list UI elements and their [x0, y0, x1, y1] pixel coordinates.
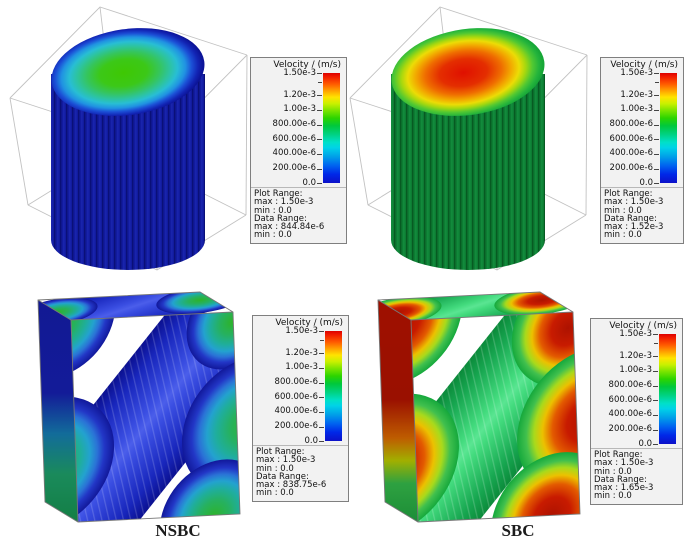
- tick-mark: [654, 343, 658, 344]
- range-info: Plot Range: max : 1.50e-3 min : 0.0 Data…: [251, 187, 346, 243]
- tick-mark: [318, 82, 322, 83]
- tick-label: 0.0: [304, 435, 318, 446]
- data-range-min: min : 0.0: [254, 230, 292, 241]
- tick-mark: [317, 153, 322, 155]
- tick-mark: [317, 139, 322, 140]
- tick-mark: [654, 109, 659, 111]
- tick-mark: [319, 411, 324, 413]
- tick-mark: [653, 385, 658, 387]
- tick-label: 600.00e-6: [274, 391, 318, 402]
- tick-label: 1.50e-3: [620, 68, 653, 78]
- colorbar-scale: 1.50e-3 1.20e-3 1.00e-3 800.00e-6 600.00…: [601, 68, 683, 188]
- tick-label: 600.00e-6: [609, 133, 653, 144]
- tick-mark: [317, 73, 322, 74]
- tick-mark: [653, 444, 658, 445]
- tick-label: 0.0: [302, 177, 316, 188]
- tick-label: 600.00e-6: [608, 394, 652, 405]
- tick-mark: [317, 95, 322, 96]
- tick-label: 800.00e-6: [608, 380, 652, 390]
- caption-nsbc: NSBC: [155, 521, 201, 540]
- tick-mark: [317, 109, 322, 111]
- tick-label: 400.00e-6: [608, 409, 652, 419]
- tick-label: 1.00e-3: [620, 104, 653, 114]
- caption-sbc: SBC: [501, 521, 535, 540]
- tick-label: 800.00e-6: [272, 119, 316, 129]
- tick-label: 600.00e-6: [272, 133, 316, 144]
- tick-label: 200.00e-6: [272, 163, 316, 173]
- range-info: Plot Range: max : 1.50e-3 min : 0.0 Data…: [591, 448, 682, 504]
- tick-mark: [654, 124, 659, 126]
- tick-mark: [654, 153, 659, 155]
- sbc-unitcell-view: [377, 291, 581, 523]
- tick-label: 400.00e-6: [609, 148, 653, 158]
- tick-label: 200.00e-6: [274, 421, 318, 431]
- tick-label: 800.00e-6: [609, 119, 653, 129]
- colorbar-gradient: [325, 331, 342, 441]
- colorbar-legend-sbc-unitcell: Velocity / (m/s) 1.50e-3 1.20e-3 1.00e-3…: [590, 318, 683, 505]
- tick-label: 1.50e-3: [285, 326, 318, 336]
- tick-mark: [654, 183, 659, 184]
- range-info: Plot Range: max : 1.50e-3 min : 0.0 Data…: [253, 445, 348, 501]
- cube-front-face: [71, 312, 240, 522]
- tick-mark: [320, 340, 324, 341]
- range-info: Plot Range: max : 1.50e-3 min : 0.0 Data…: [601, 187, 683, 243]
- tick-label: 1.00e-3: [285, 362, 318, 372]
- colorbar-scale: 1.50e-3 1.20e-3 1.00e-3 800.00e-6 600.00…: [251, 68, 346, 188]
- tick-label: 400.00e-6: [274, 406, 318, 416]
- tick-mark: [653, 370, 658, 372]
- figure-canvas: Velocity / (m/s) 1.50e-3 1.20e-3 1.00e-3…: [0, 0, 685, 543]
- tick-mark: [317, 168, 322, 170]
- tick-label: 800.00e-6: [274, 377, 318, 387]
- tick-label: 1.50e-3: [619, 329, 652, 339]
- colorbar-gradient: [323, 73, 340, 183]
- tick-mark: [319, 367, 324, 369]
- tick-mark: [654, 139, 659, 140]
- tick-label: 1.00e-3: [283, 104, 316, 114]
- tick-label: 200.00e-6: [608, 424, 652, 434]
- tick-mark: [317, 183, 322, 184]
- tick-mark: [319, 353, 324, 354]
- sbc-cylinder-view: [349, 6, 588, 271]
- nsbc-unitcell-view: [37, 291, 241, 523]
- tick-label: 1.20e-3: [619, 350, 652, 361]
- colorbar-legend-sbc-cylinder: Velocity / (m/s) 1.50e-3 1.20e-3 1.00e-3…: [600, 57, 684, 244]
- data-range-min: min : 0.0: [256, 488, 294, 499]
- tick-mark: [655, 82, 659, 83]
- tick-mark: [317, 124, 322, 126]
- tick-mark: [653, 400, 658, 401]
- tick-mark: [654, 73, 659, 74]
- tick-mark: [319, 441, 324, 442]
- tick-label: 400.00e-6: [272, 148, 316, 158]
- tick-mark: [653, 334, 658, 335]
- tick-mark: [319, 397, 324, 398]
- tick-mark: [654, 95, 659, 96]
- cube-front-face: [411, 312, 580, 522]
- tick-mark: [654, 168, 659, 170]
- tick-label: 1.20e-3: [283, 89, 316, 100]
- tick-mark: [653, 356, 658, 357]
- tick-label: 1.00e-3: [619, 365, 652, 375]
- tick-label: 1.50e-3: [283, 68, 316, 78]
- colorbar-gradient: [660, 73, 677, 183]
- tick-label: 0.0: [638, 438, 652, 449]
- colorbar-scale: 1.50e-3 1.20e-3 1.00e-3 800.00e-6 600.00…: [253, 326, 348, 446]
- colorbar-scale: 1.50e-3 1.20e-3 1.00e-3 800.00e-6 600.00…: [591, 329, 682, 449]
- colorbar-legend-nsbc-cylinder: Velocity / (m/s) 1.50e-3 1.20e-3 1.00e-3…: [250, 57, 347, 244]
- tick-label: 1.20e-3: [620, 89, 653, 100]
- tick-mark: [319, 426, 324, 428]
- nsbc-cylinder-view: [9, 6, 248, 271]
- tick-label: 200.00e-6: [609, 163, 653, 173]
- colorbar-legend-nsbc-unitcell: Velocity / (m/s) 1.50e-3 1.20e-3 1.00e-3…: [252, 315, 349, 502]
- tick-mark: [319, 382, 324, 384]
- data-range-min: min : 0.0: [604, 230, 642, 241]
- tick-label: 0.0: [639, 177, 653, 188]
- tick-mark: [319, 331, 324, 332]
- tick-label: 1.20e-3: [285, 347, 318, 358]
- tick-mark: [653, 414, 658, 416]
- tick-mark: [653, 429, 658, 431]
- colorbar-gradient: [659, 334, 676, 444]
- data-range-min: min : 0.0: [594, 491, 632, 502]
